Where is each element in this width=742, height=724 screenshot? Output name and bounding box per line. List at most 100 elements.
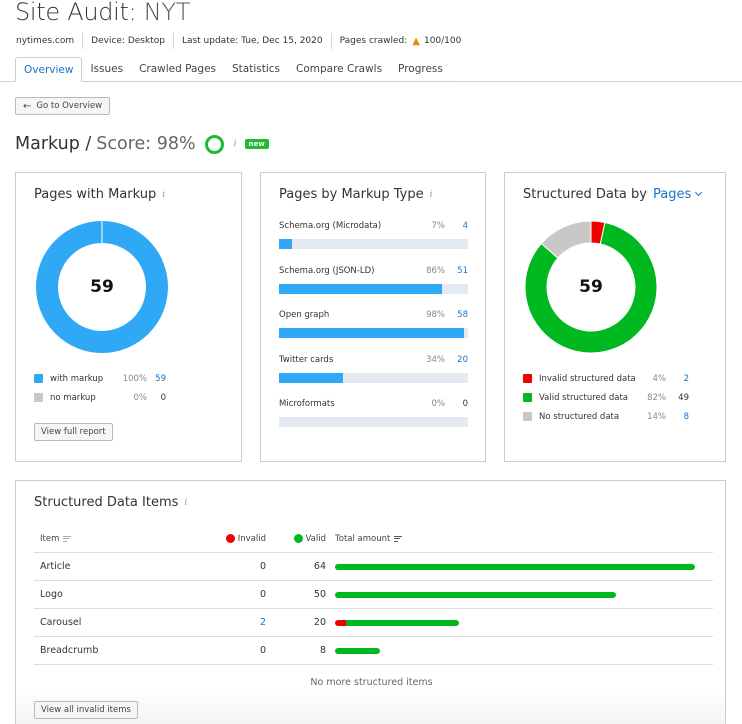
score-ring-icon (204, 134, 224, 154)
card-title-text: Structured Data by (523, 187, 647, 202)
markup-type-row-header: Twitter cards 34% 20 (279, 354, 468, 366)
pages-with-markup-legend: with markup 100% 59 no markup 0% 0 (34, 369, 166, 407)
markup-type-value[interactable]: 58 (445, 310, 468, 320)
structured-data-legend: Invalid structured data 4% 2 Valid structur… (523, 369, 689, 426)
column-invalid: Invalid (204, 534, 266, 544)
total-amount-bar (335, 619, 459, 626)
tab-crawled-pages[interactable]: Crawled Pages (131, 57, 225, 82)
info-icon[interactable]: i (162, 190, 165, 200)
tab-statistics[interactable]: Statistics (224, 57, 289, 82)
legend-item: Invalid structured data 4% 2 (523, 369, 689, 388)
audit-meta: nytimes.com Device: Desktop Last update:… (16, 33, 461, 49)
card-title: Pages by Markup Type i (279, 187, 432, 202)
markup-type-row: Schema.org (Microdata) 7% 4 (279, 220, 468, 249)
page-title: Site Audit: NYT (15, 0, 190, 26)
markup-type-percent: 7% (431, 221, 446, 231)
legend-label: no markup (50, 392, 96, 403)
markup-type-row: Schema.org (JSON-LD) 86% 51 (279, 265, 468, 294)
item-name: Breadcrumb (40, 645, 99, 656)
progress-fill (279, 328, 465, 338)
title-prefix: Site Audit: (15, 0, 137, 26)
divider (82, 33, 84, 49)
markup-type-name: Schema.org (JSON-LD) (279, 265, 375, 276)
structured-data-items-card: Structured Data Items i Item Invalid Val… (15, 480, 726, 724)
go-to-overview-button[interactable]: ← Go to Overview (15, 97, 111, 115)
markup-type-percent: 0% (431, 399, 446, 409)
card-title: Structured Data Items i (34, 495, 187, 510)
card-title-text: Pages with Markup (34, 187, 157, 202)
valid-segment (335, 563, 695, 570)
info-icon[interactable]: i (430, 190, 433, 200)
score-label: Score: 98% (96, 134, 196, 154)
new-badge: new (244, 139, 269, 149)
table-row[interactable]: Article 0 64 (34, 553, 713, 581)
column-total[interactable]: Total amount (326, 534, 713, 544)
table-row[interactable]: Breadcrumb 0 8 (34, 637, 713, 665)
card-title: Pages with Markup i (34, 187, 165, 202)
info-icon[interactable]: i (184, 498, 187, 508)
markup-type-row-header: Schema.org (Microdata) 7% 4 (279, 220, 468, 232)
legend-value[interactable]: 8 (666, 412, 689, 422)
legend-item: with markup 100% 59 (34, 369, 166, 388)
markup-type-value[interactable]: 4 (445, 221, 468, 231)
total-amount-bar (335, 563, 695, 570)
pages-with-markup-card: Pages with Markup i 59 with markup 100% 59… (15, 172, 242, 462)
total-amount-bar (335, 591, 617, 598)
markup-type-row-header: Open graph 98% 58 (279, 309, 468, 321)
valid-count: 64 (313, 561, 326, 572)
legend-label: with markup (50, 373, 104, 384)
legend-percent: 100% (122, 373, 147, 384)
legend-item: No structured data 14% 8 (523, 407, 689, 426)
legend-swatch (34, 374, 43, 383)
legend-value: 0 (160, 392, 166, 403)
valid-segment (335, 647, 380, 654)
markup-type-value[interactable]: 51 (445, 266, 468, 276)
column-item[interactable]: Item (34, 534, 204, 544)
section-title: Markup / (15, 134, 92, 154)
legend-label: Invalid structured data (539, 373, 636, 384)
progress-track (279, 328, 468, 338)
markup-type-percent: 98% (426, 310, 445, 320)
pages-dropdown[interactable]: Pages (652, 187, 703, 202)
invalid-count[interactable]: 2 (204, 617, 266, 628)
divider (172, 33, 174, 49)
valid-count: 8 (319, 645, 326, 656)
tab-progress[interactable]: Progress (390, 57, 451, 82)
tab-issues[interactable]: Issues (82, 57, 132, 82)
domain-label: nytimes.com (16, 36, 75, 46)
total-amount-bar (335, 647, 380, 654)
arrow-left-icon: ← (23, 100, 32, 112)
progress-fill (279, 372, 344, 383)
view-all-invalid-items-button[interactable]: View all invalid items (34, 701, 138, 719)
section-heading: Markup / Score: 98% i new (15, 134, 269, 154)
item-name: Article (40, 561, 71, 572)
total-amount-cell (326, 563, 713, 570)
markup-type-value[interactable]: 20 (445, 355, 468, 365)
sort-icon[interactable] (63, 534, 72, 543)
total-amount-cell (326, 591, 713, 598)
info-icon[interactable]: i (234, 139, 237, 149)
legend-item: no markup 0% 0 (34, 388, 166, 407)
pages-dropdown-label: Pages (652, 187, 692, 202)
legend-swatch (523, 393, 532, 402)
valid-count: 50 (313, 589, 326, 600)
valid-segment (346, 619, 459, 626)
tab-compare-crawls[interactable]: Compare Crawls (288, 57, 391, 82)
pages-by-markup-type-card: Pages by Markup Type i Schema.org (Micro… (260, 172, 486, 462)
table-row[interactable]: Carousel 2 20 (34, 609, 713, 637)
sort-icon[interactable] (394, 534, 403, 543)
markup-type-row: Open graph 98% 58 (279, 309, 468, 338)
legend-percent: 14% (647, 411, 666, 422)
legend-value[interactable]: 59 (147, 374, 166, 384)
legend-value[interactable]: 2 (666, 374, 689, 384)
last-update-label: Last update: Tue, Dec 15, 2020 (181, 36, 323, 46)
legend-percent: 4% (652, 373, 667, 384)
card-title: Structured Data by Pages (523, 187, 703, 202)
tab-overview[interactable]: Overview (15, 57, 83, 82)
view-full-report-button[interactable]: View full report (34, 423, 113, 441)
table-row[interactable]: Logo 0 50 (34, 581, 713, 609)
progress-fill (279, 283, 442, 294)
pages-crawled-value: 100/100 (423, 36, 462, 46)
invalid-segment (335, 619, 347, 626)
column-item-label: Item (40, 533, 60, 544)
